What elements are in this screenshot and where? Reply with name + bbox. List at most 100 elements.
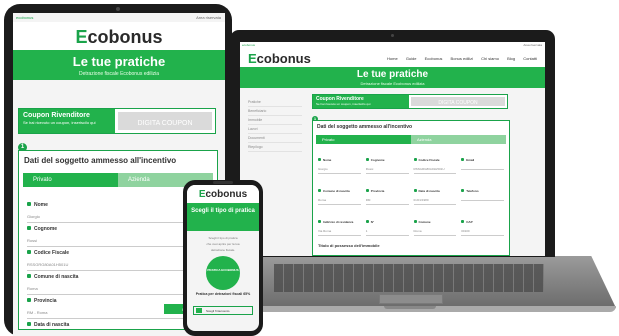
form-field[interactable]: Cognome Rossi [365,148,409,174]
sidebar-item[interactable]: Beneficiario [248,107,302,116]
field-icon [365,220,369,223]
form-field[interactable]: Comune Roma [413,210,457,236]
tab-azienda[interactable]: Azienda [411,135,506,144]
field-value[interactable]: 00100 [461,229,504,236]
field-label: CAP [466,220,473,224]
tablet-logo[interactable]: Ecobonus [13,22,225,50]
laptop-header: Le tue pratiche Detrazione fiscale Ecobo… [240,67,545,88]
field-value[interactable]: Rossi [365,167,409,174]
sidebar-item[interactable]: Pratiche [248,98,302,107]
field-label: Data di nascita [418,189,440,193]
form-field[interactable]: Email [461,148,504,174]
coupon-button[interactable]: DIGITA COUPON [118,112,212,130]
sidebar-item[interactable]: Documenti [248,134,302,143]
laptop-section: Dati del soggetto ammesso all'incentivo … [312,120,510,256]
form-field[interactable]: Nome Giorgio [27,193,209,223]
phone-device: Ecobonus Scegli il tipo di pratica Scegl… [183,180,263,336]
sidebar-item[interactable]: Lavori [248,125,302,134]
field-icon [318,158,321,161]
form-field[interactable]: Codice Fiscale RSSGRG80A01H501U [413,148,457,174]
laptop-camera [391,34,394,37]
form-field[interactable]: Data di nascita [27,313,209,336]
field-label: Codice Fiscale [418,158,440,162]
coupon-button[interactable]: DIGITA COUPON [411,97,505,106]
tablet-coupon-box: Coupon Rivenditore Se hai ricevuto un co… [18,108,216,134]
field-label: Email [466,158,475,162]
field-icon [318,220,321,223]
form-field[interactable]: Data di nascita 01/01/1980 [413,179,457,205]
coupon-info: Coupon Rivenditore Se hai ricevuto un co… [19,109,115,133]
phone-notch [213,181,233,184]
page-subtitle: Detrazione fiscale Ecobonus edilizia [78,71,160,77]
nav-item[interactable]: Blog [507,56,515,61]
field-value[interactable]: Roma [413,229,457,236]
ecobonus-option-button[interactable]: PRATICA ECOBONUS [206,256,240,290]
tab-privato[interactable]: Privato [23,173,118,187]
field-value[interactable]: 01/01/1980 [413,198,457,205]
field-value[interactable]: RSSGRG80A01H501U [413,167,457,174]
tablet-topbar: ecobonus Area riservata [13,13,225,22]
nav-item[interactable]: Home [387,56,398,61]
field-icon [461,158,465,161]
field-icon [318,189,321,192]
form-field[interactable]: CAP 00100 [461,210,504,236]
option-caption: Pratica per detrazioni fiscali 65% [195,292,251,296]
topbar-right[interactable]: Area riservata [523,43,542,47]
phone-logo[interactable]: Ecobonus [187,185,259,203]
laptop-screen: ecobonus Area riservata Ecobonus Home Gu… [240,42,545,256]
field-icon [461,189,465,192]
nav-item[interactable]: Bonus edilizi [451,56,473,61]
laptop-logo[interactable]: Ecobonus [248,51,311,66]
field-value[interactable] [461,167,504,170]
form-field[interactable]: Indirizzo di residenza Via Roma [318,210,361,236]
section-title: Dati del soggetto ammesso all'incentivo [24,156,177,165]
form-field[interactable]: Codice Fiscale RSSGRG80A01H501U [27,241,209,271]
nav-item[interactable]: Guide [406,56,417,61]
nav-item[interactable]: Ecobonus [425,56,443,61]
phone-body-line: che vuoi aprire per la tua [206,242,240,246]
page-subtitle: Detrazione fiscale Ecobonus edilizia [360,81,425,86]
sidebar-item[interactable]: Immobile [248,116,302,125]
phone-header: Scegli il tipo di pratica [187,203,259,231]
coupon-title: Coupon Rivenditore [23,112,90,119]
field-icon [27,226,31,230]
field-value[interactable] [461,198,504,201]
field-icon [413,220,417,223]
field-icon [461,220,465,223]
coupon-info: Coupon Rivenditore Se hai ricevuto un co… [313,95,409,108]
field-value[interactable]: RM [365,198,409,205]
coupon-subtitle: Se hai ricevuto un coupon, inseriscilo q… [23,120,96,125]
field-icon [27,202,31,206]
page-title: Le tue pratiche [356,69,429,80]
field-label: Codice Fiscale [34,250,70,256]
tab-privato[interactable]: Privato [316,135,411,144]
section-title: Dati del soggetto ammesso all'incentivo [317,124,413,130]
topbar-left[interactable]: ecobonus [13,15,33,20]
form-field[interactable]: N° 1 [365,210,409,236]
field-value[interactable]: Roma [318,198,361,205]
form-field[interactable]: Telefono [461,179,504,205]
phone-title: Scegli il tipo di pratica [191,208,255,214]
logo-text: cobonus [87,27,163,47]
nav-item[interactable]: Contatti [523,56,537,61]
form-field[interactable]: Provincia RM [365,179,409,205]
field-value[interactable]: 1 [365,229,409,236]
form-field[interactable]: Comune di nascita Roma [318,179,361,205]
form-field[interactable]: Cognome Rossi [27,217,209,247]
field-value[interactable]: Via Roma [318,229,361,236]
form-field[interactable]: Comune di nascita Roma [27,265,209,295]
intervention-select[interactable]: Scegli l'intervento [193,306,253,315]
sidebar-item[interactable]: Riepilogo [248,143,302,152]
field-label: Comune di nascita [323,189,350,193]
field-label: Cognome [34,226,58,232]
topbar-right[interactable]: Area riservata [196,15,221,20]
nav-item[interactable]: Chi siamo [481,56,499,61]
field-icon [413,189,417,192]
field-icon [365,189,369,192]
laptop-fields: Nome Giorgio Cognome Rossi Codice Fiscale R… [313,144,509,240]
topbar-left[interactable]: ecobonus [240,43,255,47]
form-field[interactable]: Nome Giorgio [318,148,361,174]
field-icon [365,158,369,161]
field-label: Indirizzo di residenza [323,220,354,224]
field-value[interactable]: Giorgio [318,167,361,174]
